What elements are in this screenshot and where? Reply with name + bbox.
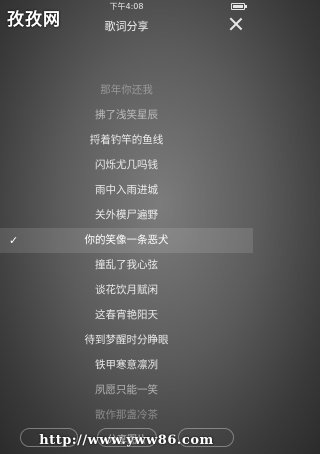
lyric-text: 散作那盏冷茶	[95, 409, 158, 421]
lyric-row[interactable]: 谈花饮月赋闲	[0, 278, 253, 303]
battery-level-fill	[233, 5, 243, 8]
lyric-text: 撞乱了我心弦	[95, 259, 158, 271]
lyric-text: 谈花饮月赋闲	[95, 284, 158, 296]
page-title: 歌词分享	[104, 20, 149, 33]
lyric-text: 夙愿只能一笑	[95, 384, 158, 396]
lyric-text: 闪烁尤几吗钱	[95, 159, 158, 171]
lyric-text: 铁甲寒意凛冽	[95, 359, 158, 371]
lyric-text: 待到梦醒时分睁眼	[84, 334, 169, 346]
lyric-row[interactable]: 捋着钓竿的鱼线	[0, 128, 253, 153]
lyric-row-selected[interactable]: ✓ 你的笑像一条恶犬	[0, 228, 253, 253]
lyric-text: 雨中入雨进城	[95, 184, 158, 196]
lyric-text: 捋着钓竿的鱼线	[89, 134, 164, 146]
lyric-row[interactable]: 拂了浅笑星辰	[0, 103, 253, 128]
lyric-text: 你的笑像一条恶犬	[84, 234, 169, 246]
battery-icon	[231, 3, 247, 10]
lyric-row[interactable]: 关外模尸遍野	[0, 203, 253, 228]
lyric-text: 拂了浅笑星辰	[95, 109, 158, 121]
lyric-row[interactable]: 待到梦醒时分睁眼	[0, 328, 253, 353]
lyric-row[interactable]: 夙愿只能一笑	[0, 378, 253, 403]
checkmark-icon: ✓	[9, 234, 19, 247]
lyric-row[interactable]: 这春宵艳阳天	[0, 303, 253, 328]
lyric-row[interactable]: 闪烁尤几吗钱	[0, 153, 253, 178]
lyric-row[interactable]: 铁甲寒意凛冽	[0, 353, 253, 378]
lyric-row[interactable]: 那年你还我	[0, 78, 253, 103]
watermark-url: http://www.yww86.com	[39, 433, 214, 448]
lyric-row[interactable]: 撞乱了我心弦	[0, 253, 253, 278]
lyric-row[interactable]: 散作那盏冷茶	[0, 403, 253, 428]
lyrics-list: 那年你还我拂了浅笑星辰 捋着钓竿的鱼线 闪烁尤几吗钱 雨中入雨进城 关外模尸遍野 ✓ 你的笑…	[0, 78, 253, 428]
lyric-text: 这春宵艳阳天	[95, 309, 158, 321]
close-icon[interactable]	[229, 17, 243, 31]
lyric-text: 那年你还我	[100, 84, 153, 96]
lyric-text: 关外模尸遍野	[95, 209, 158, 221]
lyric-row[interactable]: 雨中入雨进城	[0, 178, 253, 203]
